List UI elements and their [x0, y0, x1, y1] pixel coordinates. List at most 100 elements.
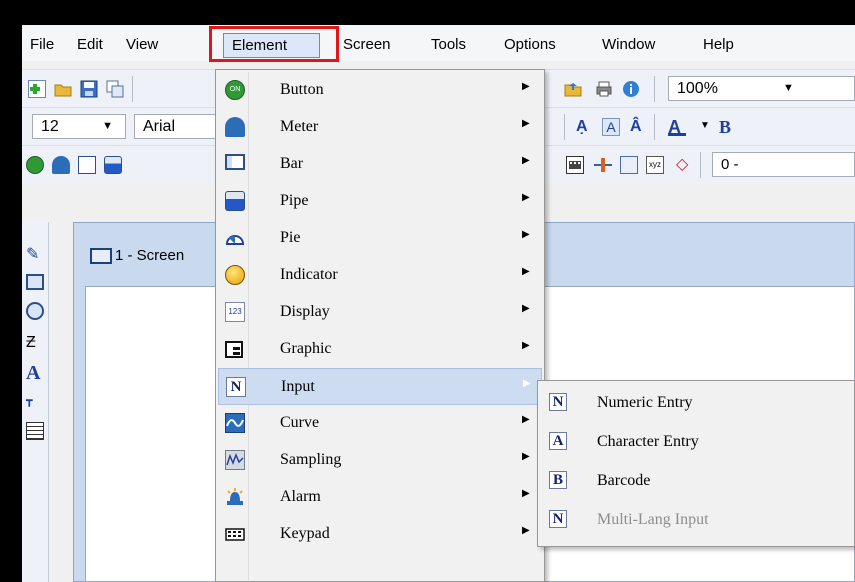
- pencil-icon[interactable]: ✎: [26, 244, 44, 263]
- submenu-arrow-icon: ▶: [522, 192, 530, 203]
- toolbar-separator: [700, 152, 701, 178]
- chevron-down-icon: ▼: [102, 120, 113, 132]
- menu-item-curve[interactable]: Curve ▶: [218, 405, 542, 442]
- value-box[interactable]: 0 -: [712, 152, 855, 177]
- menu-item-alarm[interactable]: Alarm ▶: [218, 479, 542, 516]
- save-icon[interactable]: [80, 80, 98, 98]
- numeric-entry-icon: N: [549, 393, 567, 411]
- character-entry-icon: A: [549, 432, 567, 450]
- text-align-center-icon[interactable]: A: [602, 118, 620, 136]
- submenu-arrow-icon: ▶: [522, 266, 530, 277]
- menu-item-graphic[interactable]: Graphic ▶: [218, 331, 542, 368]
- screen-window-icon: [90, 248, 112, 264]
- menu-item-input[interactable]: N Input ▶: [218, 368, 542, 405]
- menu-tools[interactable]: Tools: [431, 36, 466, 53]
- display-123-icon: 123: [225, 302, 245, 322]
- submenu-item-label: Barcode: [597, 472, 651, 489]
- menu-options[interactable]: Options: [504, 36, 556, 53]
- button-on-icon: ON: [225, 80, 245, 100]
- element-menu: ON Button ▶ Meter ▶ Bar ▶ Pipe ▶ Pie ▶ I…: [215, 69, 545, 582]
- menu-item-label: Meter: [280, 118, 319, 135]
- graphic-icon: [225, 339, 245, 359]
- table-icon[interactable]: [620, 156, 638, 174]
- menu-item-label: Display: [280, 303, 330, 320]
- submenu-arrow-icon: ▶: [522, 303, 530, 314]
- menu-window[interactable]: Window: [602, 36, 655, 53]
- highlight-box: [209, 26, 339, 62]
- menu-item-pipe[interactable]: Pipe ▶: [218, 183, 542, 220]
- submenu-arrow-icon: ▶: [522, 525, 530, 536]
- menu-file[interactable]: File: [30, 36, 54, 53]
- barcode-icon: B: [549, 471, 567, 489]
- submenu-arrow-icon: ▶: [522, 229, 530, 240]
- alarm-icon: [225, 487, 245, 507]
- indicator-icon: [225, 265, 245, 285]
- chevron-down-icon[interactable]: ▼: [700, 120, 710, 131]
- bar-icon[interactable]: [78, 156, 96, 174]
- child-window-title: 1 - Screen: [115, 247, 185, 264]
- upload-icon[interactable]: [564, 80, 582, 98]
- menu-item-bar[interactable]: Bar ▶: [218, 146, 542, 183]
- submenu-arrow-icon: ▶: [522, 414, 530, 425]
- submenu-arrow-icon: ▶: [522, 155, 530, 166]
- menu-item-display[interactable]: 123 Display ▶: [218, 294, 542, 331]
- copy-screen-icon[interactable]: [106, 80, 124, 98]
- value-box-text: 0 -: [721, 156, 739, 173]
- menu-item-label: Curve: [280, 414, 320, 431]
- circle-icon[interactable]: [26, 302, 44, 320]
- submenu-item-label: Character Entry: [597, 433, 699, 450]
- input-submenu: N Numeric Entry A Character Entry B Barc…: [537, 380, 855, 547]
- slider-icon[interactable]: [594, 156, 612, 174]
- grid-table-icon[interactable]: [26, 422, 44, 440]
- submenu-arrow-icon: ▶: [523, 378, 531, 389]
- submenu-item-barcode[interactable]: B Barcode: [540, 461, 854, 499]
- curve-icon: [225, 413, 245, 433]
- pie-icon: [225, 228, 245, 248]
- scale-icon[interactable]: ┳: [26, 394, 44, 412]
- menu-item-button[interactable]: ON Button ▶: [218, 72, 542, 109]
- font-name-value: Arial: [143, 118, 176, 135]
- menu-edit[interactable]: Edit: [77, 36, 103, 53]
- info-icon[interactable]: [622, 80, 640, 98]
- menu-help[interactable]: Help: [703, 36, 734, 53]
- text-align-top-icon[interactable]: Ạ: [576, 118, 594, 136]
- font-name-select[interactable]: Arial: [134, 114, 224, 139]
- text-tool-icon[interactable]: A: [26, 362, 44, 384]
- drawing-palette: ✎ Ƶ A ┳: [22, 222, 49, 582]
- pipe-icon[interactable]: [104, 156, 122, 174]
- font-size-select[interactable]: 12 ▼: [32, 114, 126, 139]
- text-align-bottom-icon[interactable]: Â: [630, 118, 648, 136]
- menu-item-keypad[interactable]: Keypad ▶: [218, 516, 542, 553]
- new-file-icon[interactable]: [28, 80, 46, 98]
- open-folder-icon[interactable]: [54, 80, 72, 98]
- bold-icon[interactable]: B: [719, 118, 737, 136]
- menu-screen[interactable]: Screen: [343, 36, 391, 53]
- meter-icon[interactable]: [52, 156, 70, 174]
- bar-icon: [225, 154, 245, 170]
- toolbar-separator: [654, 114, 655, 140]
- menu-item-meter[interactable]: Meter ▶: [218, 109, 542, 146]
- button-on-icon[interactable]: [26, 156, 44, 174]
- meter-icon: [225, 117, 245, 137]
- submenu-item-numeric-entry[interactable]: N Numeric Entry: [540, 383, 854, 421]
- menu-view[interactable]: View: [126, 36, 158, 53]
- keypad-icon[interactable]: [566, 156, 584, 174]
- font-color-icon[interactable]: A: [668, 118, 686, 136]
- print-icon[interactable]: [595, 80, 613, 98]
- toolbar-separator: [132, 76, 133, 102]
- menu-item-indicator[interactable]: Indicator ▶: [218, 257, 542, 294]
- rectangle-icon[interactable]: [26, 274, 44, 290]
- menu-item-label: Pie: [280, 229, 301, 246]
- submenu-item-label: Multi-Lang Input: [597, 511, 709, 528]
- submenu-arrow-icon: ▶: [522, 81, 530, 92]
- menu-bar: File Edit View Element Screen Tools Opti…: [22, 25, 855, 61]
- menu-item-sampling[interactable]: Sampling ▶: [218, 442, 542, 479]
- step-icon[interactable]: ◇: [676, 156, 694, 174]
- submenu-arrow-icon: ▶: [522, 451, 530, 462]
- menu-item-pie[interactable]: Pie ▶: [218, 220, 542, 257]
- zoom-select[interactable]: 100% ▼: [668, 76, 855, 101]
- text-object-icon[interactable]: xyz: [646, 156, 664, 174]
- menu-item-label: Graphic: [280, 340, 332, 357]
- submenu-item-character-entry[interactable]: A Character Entry: [540, 422, 854, 460]
- polyline-icon[interactable]: Ƶ: [26, 334, 44, 352]
